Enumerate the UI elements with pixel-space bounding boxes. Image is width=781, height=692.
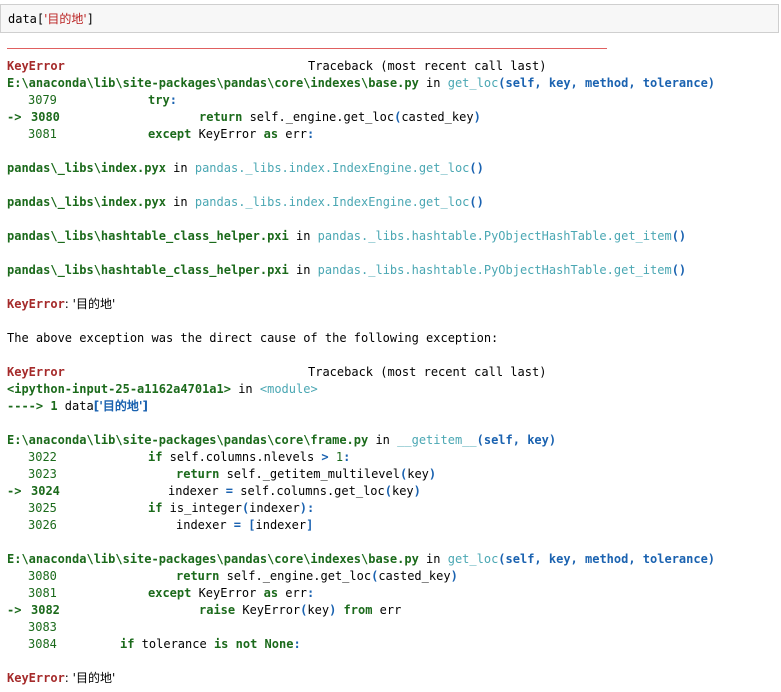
tb1-frame1-header: E:\anaconda\lib\site-packages\pandas\cor…: [0, 75, 781, 92]
tb2-frame2-file: E:\anaconda\lib\site-packages\pandas\cor…: [7, 433, 369, 447]
cause-text: The above exception was the direct cause…: [0, 330, 781, 347]
line-number: 3024: [31, 484, 60, 498]
line-number: 3025: [28, 501, 57, 515]
tb1-header: KeyError Traceback (most recent call las…: [0, 58, 781, 75]
error-message: : '目的地': [64, 671, 116, 685]
current-line-arrow: ->: [7, 110, 29, 124]
tb2-frame2-func: __getitem__: [397, 433, 477, 447]
tb2-frame3-header: E:\anaconda\lib\site-packages\pandas\cor…: [0, 551, 781, 568]
tb2-frame3-line-3: 3083: [0, 619, 781, 636]
tb2-frame1-line: ----> 1 data['目的地']: [0, 398, 781, 415]
args: (self, key): [476, 433, 557, 447]
tb2-frame2-line-3: 3025 if is_integer(indexer):: [28, 501, 315, 515]
args: (): [469, 161, 484, 175]
tb1-frame2-func: pandas._libs.index.IndexEngine.get_loc: [194, 161, 470, 175]
tb1-frame3: pandas\_libs\index.pyx in pandas._libs.i…: [0, 194, 781, 211]
tb1-frame5-func: pandas._libs.hashtable.PyObjectHashTable…: [317, 263, 672, 277]
tb1-frame5: pandas\_libs\hashtable_class_helper.pxi …: [0, 262, 781, 279]
line-number: 3026: [28, 518, 57, 532]
tb2-traceback-header: Traceback (most recent call last): [308, 365, 547, 379]
tb2-frame1-header: <ipython-input-25-a1162a4701a1> in <modu…: [0, 381, 781, 398]
args: (): [671, 263, 687, 277]
tb1-frame1-line-0: 3079 try:: [28, 93, 177, 107]
line-number: 3079: [28, 93, 57, 107]
code-string: ['目的地']: [93, 399, 149, 413]
error-name: KeyError: [7, 671, 65, 685]
tb2-frame2-line-2: -> 3024 indexer = self.columns.get_loc(k…: [7, 484, 421, 498]
in-keyword: in: [288, 229, 318, 243]
line-number: 3080: [28, 569, 57, 583]
tb2-error-line: KeyError: '目的地': [0, 670, 781, 687]
tb1-frame4-func: pandas._libs.hashtable.PyObjectHashTable…: [317, 229, 672, 243]
args: (self, key, method, tolerance): [498, 552, 716, 566]
tb2-frame3-file: E:\anaconda\lib\site-packages\pandas\cor…: [7, 552, 419, 566]
tb2-frame2-line-0: 3022 if self.columns.nlevels > 1:: [28, 450, 351, 464]
code-input-text[interactable]: data['目的地']: [8, 12, 94, 26]
tb2-frame2-line-1: 3023 return self._getitem_multilevel(key…: [28, 467, 437, 481]
tb2-frame1-file: <ipython-input-25-a1162a4701a1>: [7, 382, 231, 396]
tb1-frame3-file: pandas\_libs\index.pyx: [7, 195, 166, 209]
tb1-traceback-header: Traceback (most recent call last): [308, 59, 547, 73]
tb2-frame3-func: get_loc: [447, 552, 499, 566]
tb1-frame2-file: pandas\_libs\index.pyx: [7, 161, 166, 175]
tb2-frame3-line-1: 3081 except KeyError as err:: [28, 586, 315, 600]
code-input-cell[interactable]: data['目的地']: [0, 4, 779, 33]
line-number: 3023: [28, 467, 57, 481]
in-keyword: in: [165, 161, 195, 175]
tb2-frame3-line-2: -> 3082 raise KeyError(key) from err: [7, 603, 402, 617]
tb2-frame3-line-0: 3080 return self._engine.get_loc(casted_…: [28, 569, 458, 583]
code-prefix: data: [64, 399, 94, 413]
error-name: KeyError: [7, 297, 65, 311]
line-number: 3083: [28, 620, 57, 634]
tb2-header: KeyError Traceback (most recent call las…: [0, 364, 781, 381]
in-keyword: in: [368, 433, 398, 447]
tb1-frame5-file: pandas\_libs\hashtable_class_helper.pxi: [7, 263, 289, 277]
code-suffix: ]: [86, 12, 94, 26]
current-line-arrow: ->: [7, 484, 29, 498]
traceback-divider: [7, 48, 607, 49]
in-keyword: in: [418, 552, 448, 566]
current-line-arrow: ----> 1: [7, 399, 65, 413]
tb1-frame1-func: get_loc: [447, 76, 499, 90]
args: (): [469, 195, 484, 209]
tb2-frame2-header: E:\anaconda\lib\site-packages\pandas\cor…: [0, 432, 781, 449]
code-prefix: data[: [8, 12, 45, 26]
in-keyword: in: [288, 263, 318, 277]
tb1-frame2: pandas\_libs\index.pyx in pandas._libs.i…: [0, 160, 781, 177]
line-number: 3081: [28, 127, 57, 141]
tb1-frame3-func: pandas._libs.index.IndexEngine.get_loc: [194, 195, 470, 209]
cause-text-content: The above exception was the direct cause…: [7, 331, 499, 345]
tb1-frame4: pandas\_libs\hashtable_class_helper.pxi …: [0, 228, 781, 245]
tb1-error-name: KeyError: [7, 59, 65, 73]
line-number: 3081: [28, 586, 57, 600]
current-line-arrow: ->: [7, 603, 29, 617]
tb1-frame1-line-2: 3081 except KeyError as err:: [28, 127, 315, 141]
tb2-frame2-line-4: 3026 indexer = [indexer]: [28, 518, 314, 532]
tb1-error-line: KeyError: '目的地': [0, 296, 781, 313]
args: (): [671, 229, 687, 243]
code-string: '目的地': [44, 12, 87, 26]
tb2-frame3-line-4: 3084 if tolerance is not None:: [28, 637, 301, 651]
error-message: : '目的地': [64, 297, 116, 311]
line-number: 3022: [28, 450, 57, 464]
line-number: 3082: [31, 603, 60, 617]
tb1-frame4-file: pandas\_libs\hashtable_class_helper.pxi: [7, 229, 289, 243]
line-number: 3084: [28, 637, 57, 651]
tb1-frame1-args: (self, key, method, tolerance): [498, 76, 716, 90]
tb1-frame1-file: E:\anaconda\lib\site-packages\pandas\cor…: [7, 76, 419, 90]
in-keyword: in: [230, 382, 260, 396]
tb1-frame1-in: in: [418, 76, 448, 90]
line-number: 3080: [31, 110, 60, 124]
tb2-error-name: KeyError: [7, 365, 65, 379]
tb2-frame1-func: <module>: [259, 382, 318, 396]
in-keyword: in: [165, 195, 195, 209]
tb1-frame1-line-1: -> 3080 return self._engine.get_loc(cast…: [7, 110, 481, 124]
